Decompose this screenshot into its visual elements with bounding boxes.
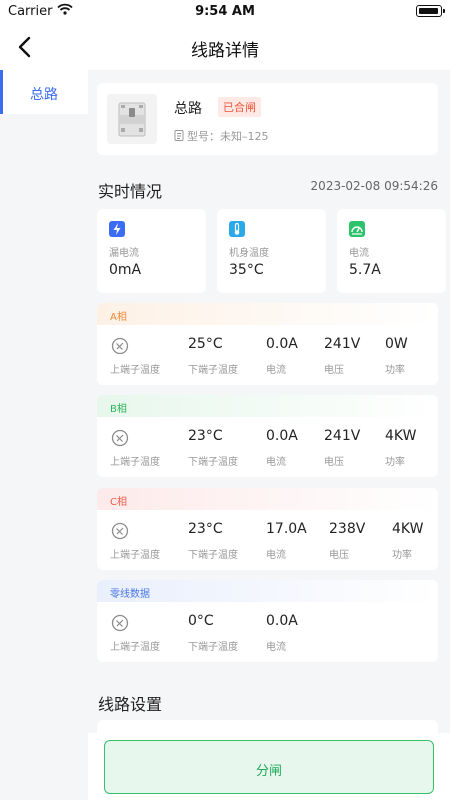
page-title: 线路详情 <box>191 41 259 61</box>
phase-title: 零线数据 <box>110 589 150 600</box>
cell-label: 下端子温度 <box>188 457 238 468</box>
cell-label: 电流 <box>266 457 286 468</box>
cell-value: 0.0A <box>266 336 298 352</box>
phase-b-header: B相 <box>97 395 438 417</box>
metric-label: 漏电流 <box>109 248 139 259</box>
current-icon <box>349 221 365 237</box>
sidebar: 总路 <box>0 70 88 800</box>
status-badge: 已合闸 <box>218 97 261 117</box>
cell-label: 电压 <box>329 550 349 561</box>
cell-value: 241V <box>324 428 361 444</box>
cell-label: 电流 <box>266 365 286 376</box>
model-value: 未知–125 <box>220 130 269 143</box>
cell-label: 下端子温度 <box>188 550 238 561</box>
cell-value: 23°C <box>188 521 223 537</box>
trip-switch-label: 分闸 <box>255 764 282 779</box>
settings-section-title: 线路设置 <box>98 695 163 714</box>
cell-label: 电压 <box>324 457 344 468</box>
device-card: 总路 已合闸 型号：未知–125 <box>97 83 438 155</box>
thermometer-icon <box>229 221 245 237</box>
cell-label: 上端子温度 <box>110 365 160 376</box>
temperature-sensor-icon <box>111 522 129 544</box>
realtime-section-title: 实时情况 <box>98 182 163 201</box>
metric-value: 5.7A <box>349 262 381 278</box>
phase-title: B相 <box>110 404 127 415</box>
cell-label: 功率 <box>385 365 405 376</box>
cell-label: 电压 <box>324 365 344 376</box>
cell-value: 25°C <box>188 336 223 352</box>
temperature-sensor-icon <box>111 429 129 451</box>
cell-label: 上端子温度 <box>110 550 160 561</box>
cell-value: 0W <box>385 336 408 352</box>
sidebar-item-main-circuit[interactable]: 总路 <box>0 70 88 114</box>
temperature-sensor-icon <box>111 614 129 636</box>
neutral-line-card: 零线数据 上端子温度 0°C 下端子温度 0.0A 电流 <box>97 580 438 662</box>
cell-value: 0.0A <box>266 428 298 444</box>
phase-title: A相 <box>110 312 127 323</box>
metric-value: 0mA <box>109 262 142 278</box>
cell-value: 23°C <box>188 428 223 444</box>
clock-label: 9:54 AM <box>195 4 255 19</box>
neutral-line-header: 零线数据 <box>97 580 438 602</box>
metric-label: 机身温度 <box>229 248 269 259</box>
cell-value: 0°C <box>188 613 214 629</box>
phase-c-card: C相 上端子温度 23°C 下端子温度 17.0A 电流 238V 电压 4KW… <box>97 488 438 570</box>
cell-value: 0.0A <box>266 613 298 629</box>
model-info: 型号：未知–125 <box>174 128 269 144</box>
realtime-timestamp: 2023-02-08 09:54:26 <box>310 179 438 193</box>
metric-value: 35°C <box>229 262 264 278</box>
phase-title: C相 <box>110 497 127 508</box>
document-icon <box>174 130 184 144</box>
lightning-icon <box>109 221 125 237</box>
sidebar-item-label: 总路 <box>30 87 58 103</box>
temperature-sensor-icon <box>111 337 129 359</box>
status-bar: Carrier 9:54 AM <box>0 0 450 24</box>
nav-bar: 线路详情 <box>0 24 450 70</box>
phase-a-header: A相 <box>97 303 438 325</box>
cell-value: 17.0A <box>266 521 307 537</box>
device-name: 总路 <box>174 101 202 117</box>
metric-leakage-current: 漏电流 0mA <box>97 209 206 293</box>
cell-label: 电流 <box>266 642 286 653</box>
cell-label: 下端子温度 <box>188 642 238 653</box>
phase-c-header: C相 <box>97 488 438 510</box>
breaker-image <box>107 94 157 144</box>
metric-current: 电流 5.7A <box>337 209 446 293</box>
main-content[interactable]: 总路 已合闸 型号：未知–125 实时情况 2023-02-08 09:54:2… <box>88 70 450 800</box>
model-label: 型号： <box>187 130 220 143</box>
cell-label: 电流 <box>266 550 286 561</box>
phase-a-card: A相 上端子温度 25°C 下端子温度 0.0A 电流 241V 电压 0W 功… <box>97 303 438 385</box>
phase-b-card: B相 上端子温度 23°C 下端子温度 0.0A 电流 241V 电压 4KW … <box>97 395 438 477</box>
cell-label: 上端子温度 <box>110 642 160 653</box>
cell-label: 功率 <box>392 550 412 561</box>
cell-value: 241V <box>324 336 361 352</box>
cell-label: 下端子温度 <box>188 365 238 376</box>
cell-value: 4KW <box>385 428 417 444</box>
cell-value: 238V <box>329 521 366 537</box>
battery-icon <box>416 5 445 17</box>
trip-switch-button[interactable]: 分闸 <box>104 740 434 794</box>
cell-label: 上端子温度 <box>110 457 160 468</box>
cell-value: 4KW <box>392 521 424 537</box>
cell-label: 功率 <box>385 457 405 468</box>
bottom-action-bar: 分闸 <box>88 733 450 800</box>
metric-label: 电流 <box>349 248 369 259</box>
metric-body-temperature: 机身温度 35°C <box>217 209 326 293</box>
